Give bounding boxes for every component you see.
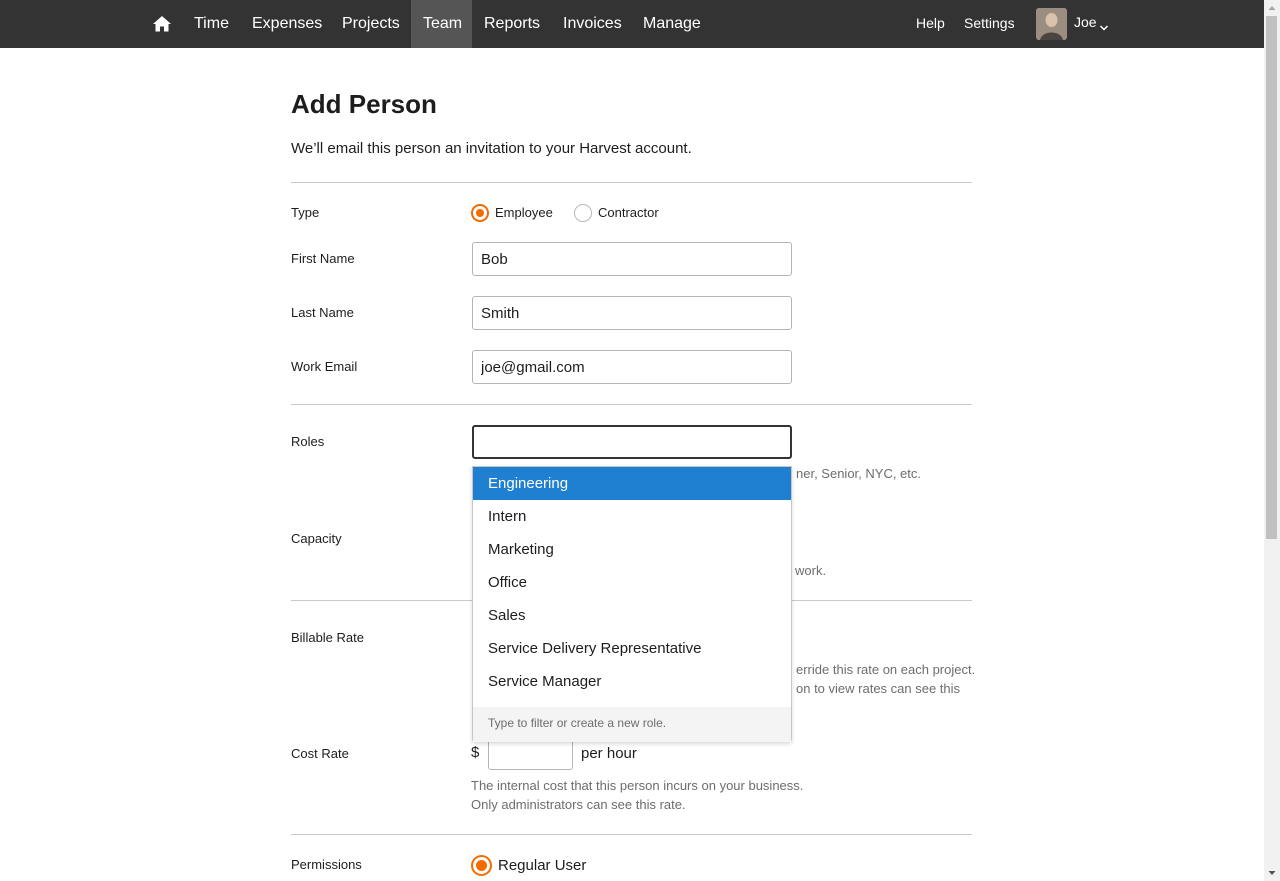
role-option-marketing[interactable]: Marketing — [473, 533, 791, 566]
scroll-down-arrow-icon[interactable] — [1264, 865, 1280, 881]
cost-rate-field[interactable] — [488, 738, 573, 770]
type-employee-radio[interactable] — [471, 204, 489, 222]
roles-input[interactable] — [472, 425, 792, 459]
nav-invoices[interactable]: Invoices — [551, 0, 634, 48]
cost-rate-label: Cost Rate — [291, 746, 349, 761]
nav-projects[interactable]: Projects — [330, 0, 412, 48]
type-employee-label[interactable]: Employee — [495, 205, 553, 220]
page-title: Add Person — [291, 89, 437, 119]
scrollbar-thumb[interactable] — [1266, 16, 1277, 539]
cost-unit-label: per hour — [581, 745, 637, 762]
scroll-up-arrow-icon[interactable] — [1264, 0, 1280, 16]
billable-rate-label: Billable Rate — [291, 630, 364, 645]
nav-settings[interactable]: Settings — [964, 0, 1015, 48]
role-option-service-manager[interactable]: Service Manager — [473, 665, 791, 698]
top-nav: Time Expenses Projects Team Reports Invo… — [0, 0, 1264, 48]
home-icon[interactable] — [150, 12, 174, 36]
cost-currency-symbol: $ — [471, 744, 480, 761]
cost-help-line1: The internal cost that this person incur… — [471, 778, 804, 793]
user-menu-name[interactable]: Joe — [1074, 0, 1097, 48]
type-contractor-label[interactable]: Contractor — [598, 205, 659, 220]
billable-help-line2: on to view rates can see this — [796, 681, 961, 696]
billable-help-line1: erride this rate on each project. — [796, 662, 976, 677]
roles-label: Roles — [291, 434, 325, 449]
type-label: Type — [291, 205, 320, 220]
avatar[interactable] — [1036, 8, 1067, 40]
role-option-sales[interactable]: Sales — [473, 599, 791, 632]
page-subtitle: We’ll email this person an invitation to… — [291, 140, 692, 157]
capacity-help-text: work. — [795, 563, 827, 578]
nav-manage[interactable]: Manage — [631, 0, 713, 48]
permission-regular-user-label[interactable]: Regular User — [498, 857, 586, 874]
role-option-engineering[interactable]: Engineering — [473, 467, 791, 500]
nav-time[interactable]: Time — [182, 0, 241, 48]
work-email-label: Work Email — [291, 359, 358, 374]
work-email-field[interactable] — [472, 350, 792, 384]
roles-dropdown-hint: Type to filter or create a new role. — [473, 707, 791, 742]
type-contractor-radio[interactable] — [574, 204, 592, 222]
nav-reports[interactable]: Reports — [472, 0, 552, 48]
divider — [291, 182, 972, 183]
nav-team[interactable]: Team — [411, 0, 472, 48]
nav-help[interactable]: Help — [916, 0, 945, 48]
first-name-field[interactable] — [472, 242, 792, 276]
cost-help-line2: Only administrators can see this rate. — [471, 797, 686, 812]
nav-expenses[interactable]: Expenses — [240, 0, 334, 48]
chevron-down-icon[interactable] — [1099, 19, 1109, 31]
roles-dropdown: Engineering Intern Marketing Office Sale… — [472, 466, 792, 742]
roles-help-text: ner, Senior, NYC, etc. — [796, 466, 922, 481]
permissions-label: Permissions — [291, 857, 362, 872]
permission-regular-user-radio[interactable] — [471, 855, 492, 876]
last-name-field[interactable] — [472, 296, 792, 330]
capacity-label: Capacity — [291, 531, 342, 546]
last-name-label: Last Name — [291, 305, 354, 320]
role-option-office[interactable]: Office — [473, 566, 791, 599]
role-option-intern[interactable]: Intern — [473, 500, 791, 533]
divider — [291, 834, 972, 835]
first-name-label: First Name — [291, 251, 355, 266]
role-option-service-delivery-representative[interactable]: Service Delivery Representative — [473, 632, 791, 665]
divider — [291, 404, 972, 405]
